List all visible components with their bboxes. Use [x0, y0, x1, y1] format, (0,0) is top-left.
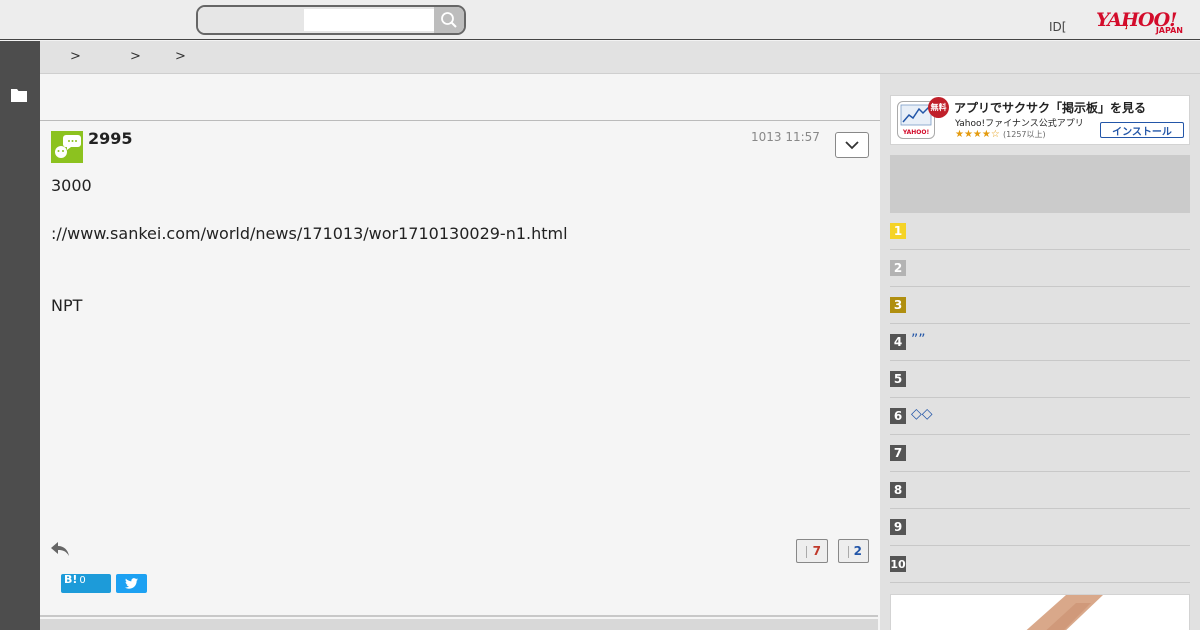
ranking-item[interactable]: 6 ◇◇ [890, 398, 1190, 435]
post-line [51, 198, 568, 222]
app-ad-title: アプリでサクサク「掲示板」を見る [954, 101, 1147, 115]
rank-number: 4 [890, 334, 906, 350]
rating-count: (1257以上) [1003, 130, 1046, 139]
rank-number: 7 [890, 445, 906, 461]
breadcrumb: > > > [40, 41, 1200, 74]
ranking-item[interactable]: 4 ”” [890, 324, 1190, 361]
ranking-item[interactable]: 8 [890, 472, 1190, 509]
rating-stars: ★★★★☆ [955, 129, 1000, 140]
reply-icon[interactable] [50, 541, 70, 557]
rank-number: 8 [890, 482, 906, 498]
ranking-list: 1 2 3 4 ”” 5 6 ◇◇ 7 8 9 10 [890, 213, 1190, 583]
rank-label[interactable]: ”” [911, 332, 926, 348]
ranking-item[interactable]: 1 [890, 213, 1190, 250]
like-count: 7 [812, 544, 821, 558]
post-body: 3000 ://www.sankei.com/world/news/171013… [51, 174, 568, 318]
user-avatar[interactable] [51, 131, 83, 163]
rank-number: 9 [890, 519, 906, 535]
search-category-select[interactable] [198, 7, 304, 33]
post-card: 2995 1013 11:57 3000 ://www.sankei.com/w… [40, 121, 878, 617]
post-menu-button[interactable] [835, 132, 869, 158]
chat-bubble-icon [55, 135, 81, 158]
hatena-label: B! [64, 573, 78, 586]
main-content: 2995 1013 11:57 3000 ://www.sankei.com/w… [40, 74, 880, 630]
chevron-down-icon [845, 140, 859, 149]
right-sidebar: YAHOO! 無料 アプリでサクサク「掲示板」を見る Yahoo!ファイナンス公… [880, 74, 1200, 630]
dislike-divider [848, 546, 849, 558]
search-button[interactable] [434, 7, 464, 33]
board-header [40, 74, 880, 121]
twitter-share-button[interactable] [116, 574, 147, 593]
free-badge: 無料 [928, 97, 949, 118]
post-link-line[interactable]: ://www.sankei.com/world/news/171013/wor1… [51, 222, 568, 246]
top-bar: ID[ ] YAHOO! JAPAN [0, 0, 1200, 40]
ranking-item[interactable]: 3 [890, 287, 1190, 324]
rank-number: 1 [890, 223, 906, 239]
breadcrumb-separator: > [70, 49, 81, 64]
breadcrumb-separator: > [175, 49, 186, 64]
rank-number: 6 [890, 408, 906, 424]
install-button[interactable]: インストール [1100, 122, 1184, 138]
rank-number: 5 [890, 371, 906, 387]
rank-number: 3 [890, 297, 906, 313]
like-divider [806, 546, 807, 558]
post-number: 2995 [88, 129, 133, 148]
ranking-item[interactable]: 5 [890, 361, 1190, 398]
yahoo-id-link[interactable]: ID[ [1049, 20, 1066, 34]
promo-image[interactable] [890, 594, 1190, 630]
app-rating: ★★★★☆ (1257以上) [955, 129, 1046, 140]
yahoo-japan-logo[interactable]: YAHOO! JAPAN [1096, 10, 1188, 36]
post-timestamp: 1013 11:57 [751, 130, 820, 144]
ranking-item[interactable]: 2 [890, 250, 1190, 287]
post-line: NPT [51, 296, 83, 315]
app-install-banner[interactable]: YAHOO! 無料 アプリでサクサク「掲示板」を見る Yahoo!ファイナンス公… [890, 95, 1190, 145]
twitter-bird-icon [125, 578, 138, 589]
svg-text:YAHOO!: YAHOO! [902, 129, 929, 136]
rank-number: 2 [890, 260, 906, 276]
promo-photo-graphic [1026, 595, 1103, 630]
app-ad-subtitle: Yahoo!ファイナンス公式アプリ [955, 119, 1084, 129]
search-input[interactable] [304, 9, 434, 31]
hatena-count: 0 [79, 575, 86, 586]
ranking-item[interactable]: 7 [890, 435, 1190, 472]
dislike-button[interactable]: 2 [838, 539, 869, 563]
next-post-edge [40, 619, 878, 630]
folder-icon[interactable] [11, 88, 27, 102]
ranking-item[interactable]: 9 [890, 509, 1190, 546]
logo-subtext: JAPAN [1155, 26, 1183, 35]
ranking-header-box [890, 155, 1190, 213]
rank-label[interactable]: ◇◇ [911, 406, 933, 422]
search-icon [441, 12, 457, 28]
hatena-bookmark-button[interactable]: B! 0 [61, 574, 111, 593]
post-line [51, 270, 568, 294]
like-button[interactable]: 7 [796, 539, 828, 563]
rank-number: 10 [890, 556, 906, 572]
search-box [196, 5, 466, 35]
breadcrumb-separator: > [130, 49, 141, 64]
ranking-item[interactable]: 10 [890, 546, 1190, 583]
dislike-count: 2 [853, 544, 862, 558]
post-line [51, 246, 568, 270]
post-line: 3000 [51, 176, 92, 195]
left-rail [0, 41, 40, 630]
